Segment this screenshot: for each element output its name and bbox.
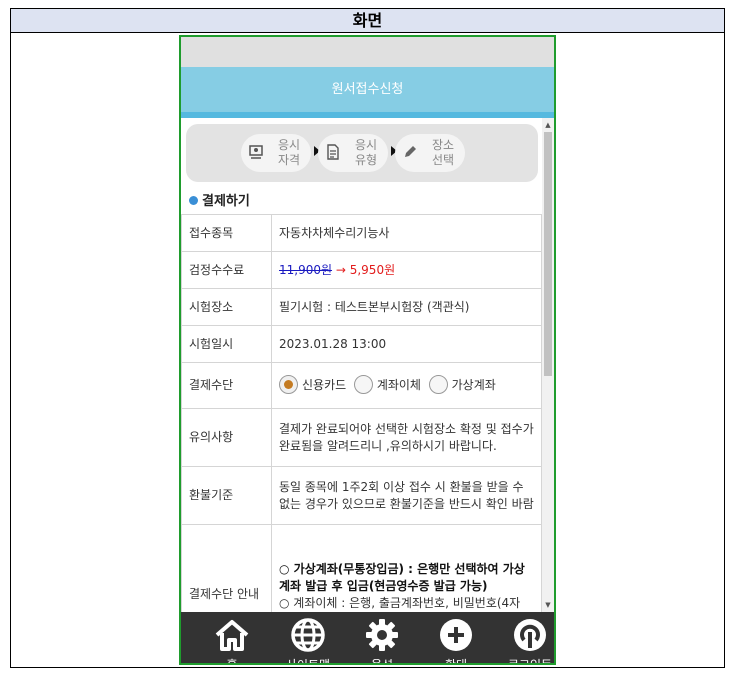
bullet-icon [189,196,198,205]
table-row: 결제수단 안내 ○ 가상계좌(무통장입금) : 은행만 선택하여 가상계좌 발급… [181,524,542,612]
refund-value: 동일 종목에 1주2회 이상 접수 시 환불을 받을 수 없는 경우가 있으므로… [271,466,542,525]
table-row: 결제수단 신용카드 계좌이체 가상계좌 [181,362,542,409]
nav-options[interactable]: 옵션 [345,612,419,665]
table-row: 시험일시 2023.01.28 13:00 [181,325,542,363]
radio-label: 계좌이체 [376,378,421,392]
document-header: 화면 [11,9,724,33]
phone-screen: 원서접수신청 응시 자격 응시 유형 장소 선택 결제하기 접수종목 자동차차체… [179,35,556,665]
nav-label: 사이트맵 [285,658,331,665]
document-icon [324,144,342,162]
scrollbar[interactable]: ▲ ▼ [542,118,554,612]
table-row: 환불기준 동일 종목에 1주2회 이상 접수 시 환불을 받을 수 없는 경우가… [181,466,542,525]
radio-icon[interactable] [428,375,448,394]
status-bar [181,37,554,67]
section-title: 결제하기 [189,190,250,209]
date-value: 2023.01.28 13:00 [271,325,542,363]
guide-virtual-account: ○ 가상계좌(무통장입금) : 은행만 선택하여 가상계좌 발급 후 입금(현금… [279,561,525,593]
bottom-nav: 홈 사이트맵 옵션 확대 로그인등 [181,612,554,665]
badge-icon [247,144,265,162]
globe-icon [291,618,325,652]
step-place[interactable]: 장소 선택 [395,134,465,172]
step-indicator: 응시 자격 응시 유형 장소 선택 [186,124,538,182]
login-icon [514,619,546,651]
payment-label: 결제수단 [181,362,272,409]
app-title: 원서접수신청 [181,67,554,112]
gear-icon [366,619,398,651]
subject-label: 접수종목 [181,214,272,252]
step-label: 응시 유형 [354,138,378,167]
guide-transfer: ○ 계좌이체 : 은행, 출금계좌번호, 비밀번호(4자리), 주민등록번호(1… [279,595,521,610]
radio-checked-icon[interactable] [279,375,298,394]
place-value: 필기시험 : 테스트본부시험장 (객관식) [271,288,542,326]
place-label: 시험장소 [181,288,272,326]
payment-info-table: 접수종목 자동차차체수리기능사 검정수수료 11,900원 → 5,950원 시… [181,214,542,612]
table-row: 유의사항 결제가 완료되어야 선택한 시험장소 확정 및 접수가 완료됨을 알려… [181,408,542,467]
fee-arrow: → [332,262,350,277]
guide-value: ○ 가상계좌(무통장입금) : 은행만 선택하여 가상계좌 발급 후 입금(현금… [271,524,542,612]
step-type[interactable]: 응시 유형 [318,134,388,172]
nav-label: 확대 [444,658,468,665]
top-strip [0,0,740,6]
section-title-text: 결제하기 [202,194,250,209]
fee-value: 11,900원 → 5,950원 [271,251,542,289]
step-label: 장소 선택 [431,138,455,167]
nav-label: 홈 [226,658,238,665]
fee-label: 검정수수료 [181,251,272,289]
payment-option-virtual[interactable]: 가상계좌 [428,375,496,394]
subject-value: 자동차차체수리기능사 [271,214,542,252]
nav-zoom[interactable]: 확대 [419,612,493,665]
payment-options: 신용카드 계좌이체 가상계좌 [271,362,542,409]
table-row: 시험장소 필기시험 : 테스트본부시험장 (객관식) [181,288,542,326]
date-label: 시험일시 [181,325,272,363]
scroll-down-icon[interactable]: ▼ [542,600,554,610]
step-qualification[interactable]: 응시 자격 [241,134,311,172]
nav-sitemap[interactable]: 사이트맵 [271,612,345,665]
fee-old: 11,900원 [279,262,333,277]
nav-label: 옵션 [370,658,394,665]
document-frame: 화면 원서접수신청 응시 자격 응시 유형 장소 선택 결제하기 접수종목 자동… [10,8,725,668]
refund-label: 환불기준 [181,466,272,525]
nav-label: 로그인등 [507,658,553,665]
content-area[interactable]: 응시 자격 응시 유형 장소 선택 결제하기 접수종목 자동차차체수리기능사 검… [181,118,542,612]
nav-login[interactable]: 로그인등 [493,612,554,665]
radio-label: 가상계좌 [451,378,496,392]
notice-value: 결제가 완료되어야 선택한 시험장소 확정 및 접수가 완료됨을 알려드리니 ,… [271,408,542,467]
table-row: 접수종목 자동차차체수리기능사 [181,214,542,252]
notice-label: 유의사항 [181,408,272,467]
scroll-thumb[interactable] [544,132,552,376]
step-label: 응시 자격 [277,138,301,167]
payment-option-card[interactable]: 신용카드 [279,375,347,394]
zoom-in-icon [440,619,472,651]
radio-icon[interactable] [353,375,373,394]
payment-option-transfer[interactable]: 계좌이체 [353,375,421,394]
table-row: 검정수수료 11,900원 → 5,950원 [181,251,542,289]
radio-label: 신용카드 [302,378,347,392]
fee-new: 5,950원 [349,262,396,277]
home-icon [215,620,249,651]
pencil-icon [401,144,419,162]
guide-label: 결제수단 안내 [181,524,272,612]
scroll-up-icon[interactable]: ▲ [542,120,554,130]
nav-home[interactable]: 홈 [195,612,269,665]
